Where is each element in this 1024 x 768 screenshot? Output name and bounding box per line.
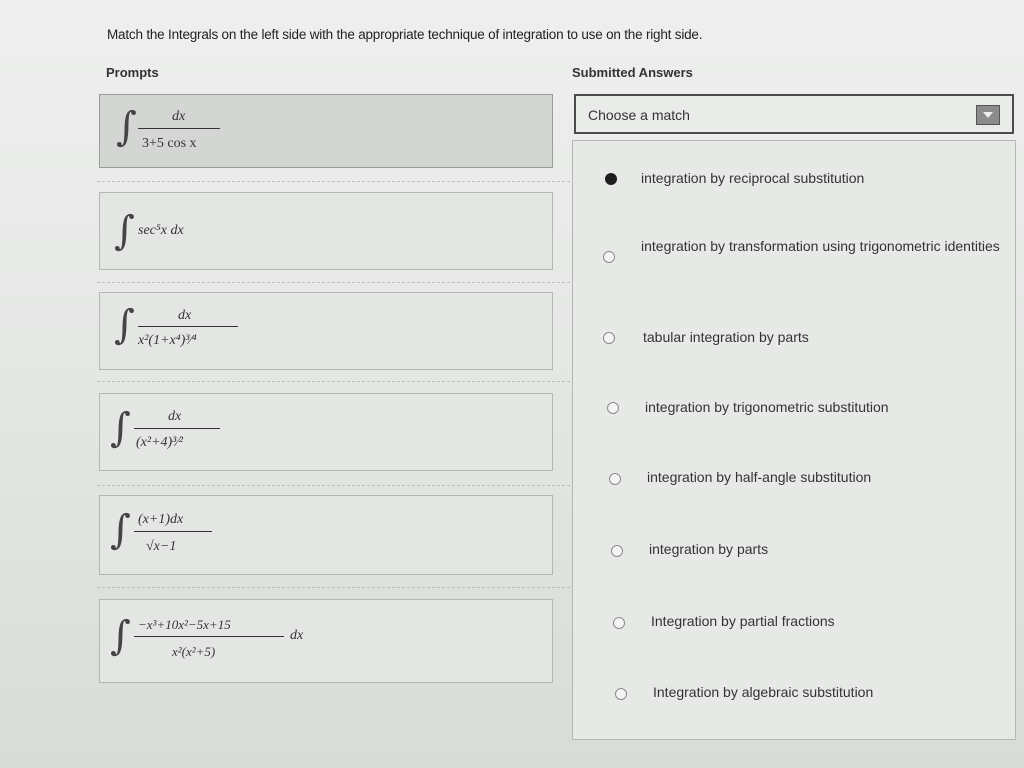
prompt-numerator: dx [168,409,182,424]
prompt-tail: dx [290,628,304,643]
prompt-expression: sec⁵x dx [138,223,184,238]
divider [97,282,615,283]
divider [97,587,615,588]
match-select[interactable]: Choose a match [574,94,1014,134]
quiz-page: Match the Integrals on the left side wit… [0,0,1024,768]
radio-icon[interactable] [615,688,627,700]
prompt-6[interactable]: ∫ −x³+10x²−5x+15 x²(x²+5) dx [99,599,553,683]
option-label: Integration by partial fractions [651,613,835,629]
option-label: integration by trigonometric substitutio… [645,399,889,415]
prompt-3[interactable]: ∫ dx x²(1+x⁴)³⁄⁴ [99,292,553,370]
divider [97,485,615,486]
chevron-down-icon[interactable] [976,105,1000,125]
divider [97,381,615,382]
prompt-denominator: 3+5 cos x [142,136,197,151]
radio-icon[interactable] [607,402,619,414]
divider [97,181,615,182]
prompt-denominator: √x−1 [146,539,177,554]
fraction-bar [138,326,238,327]
fraction-bar [134,636,284,637]
fraction-bar [134,428,220,429]
prompt-denominator: x²(1+x⁴)³⁄⁴ [138,333,197,348]
answers-header: Submitted Answers [572,65,693,80]
option-label: integration by reciprocal substitution [641,170,865,186]
options-listbox: integration by reciprocal substitution i… [572,140,1016,740]
integral-sign: ∫ [110,613,131,659]
fraction-bar [138,128,220,129]
integral-sign: ∫ [110,507,131,553]
radio-icon[interactable] [613,617,625,629]
prompt-5[interactable]: ∫ (x+1)dx √x−1 [99,495,553,575]
integral-sign: ∫ [116,104,137,150]
radio-icon[interactable] [609,473,621,485]
radio-icon[interactable] [603,332,615,344]
fraction-bar [134,531,212,532]
prompts-header: Prompts [106,65,159,80]
prompt-denominator: x²(x²+5) [172,644,216,659]
instruction-text: Match the Integrals on the left side wit… [107,27,703,42]
radio-selected-icon[interactable] [605,173,617,185]
option-label: tabular integration by parts [643,329,809,345]
prompt-numerator: dx [178,308,192,323]
option-label: Integration by algebraic substitution [653,684,874,700]
prompt-1[interactable]: ∫ dx 3+5 cos x [99,94,553,168]
radio-icon[interactable] [603,251,615,263]
option-label: integration by parts [649,541,769,557]
prompt-numerator: −x³+10x²−5x+15 [138,617,231,632]
select-placeholder: Choose a match [588,107,690,123]
integral-sign: ∫ [114,208,135,254]
prompt-2[interactable]: ∫ sec⁵x dx [99,192,553,270]
prompt-numerator: dx [172,109,186,124]
radio-icon[interactable] [611,545,623,557]
option-label: integration by transformation using trig… [641,238,1000,254]
prompt-numerator: (x+1)dx [138,512,184,527]
prompt-4[interactable]: ∫ dx (x²+4)³⁄² [99,393,553,471]
prompt-denominator: (x²+4)³⁄² [136,435,183,450]
integral-sign: ∫ [110,405,131,451]
option-label: integration by half-angle substitution [647,469,872,485]
integral-sign: ∫ [114,302,135,348]
